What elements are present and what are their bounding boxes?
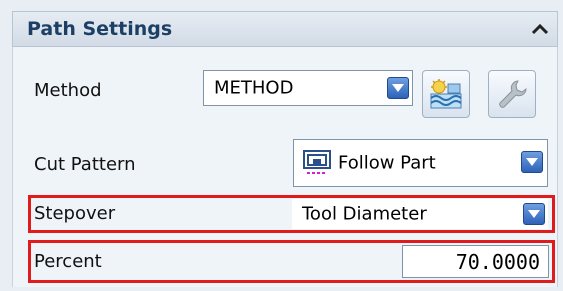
method-display-icon bbox=[430, 79, 462, 109]
panel-header[interactable]: Path Settings bbox=[12, 11, 558, 47]
stepover-dropdown[interactable]: Tool Diameter bbox=[292, 199, 548, 229]
chevron-down-icon bbox=[392, 84, 404, 92]
method-value: METHOD bbox=[214, 77, 294, 99]
method-display-button[interactable] bbox=[422, 70, 470, 118]
stepover-dropdown-button[interactable] bbox=[523, 203, 545, 225]
percent-value: 70.0000 bbox=[455, 249, 540, 274]
method-settings-button[interactable] bbox=[488, 70, 536, 118]
stepover-label: Stepover bbox=[34, 203, 116, 224]
chevron-down-icon bbox=[526, 158, 538, 166]
cut-pattern-label: Cut Pattern bbox=[34, 154, 136, 175]
percent-label: Percent bbox=[34, 251, 102, 272]
method-label: Method bbox=[34, 80, 102, 101]
collapse-button[interactable] bbox=[527, 16, 553, 42]
stepover-value: Tool Diameter bbox=[302, 203, 427, 225]
method-dropdown-button[interactable] bbox=[387, 77, 409, 99]
method-dropdown[interactable]: METHOD bbox=[203, 70, 413, 106]
chevron-up-icon bbox=[531, 23, 549, 35]
wrench-icon bbox=[499, 80, 527, 108]
cut-pattern-dropdown-button[interactable] bbox=[521, 151, 543, 173]
percent-input[interactable]: 70.0000 bbox=[402, 245, 549, 278]
cut-pattern-dropdown[interactable]: Follow Part bbox=[293, 139, 548, 187]
follow-part-icon bbox=[303, 150, 331, 174]
chevron-down-icon bbox=[528, 210, 540, 218]
panel-title: Path Settings bbox=[27, 18, 173, 40]
cut-pattern-value: Follow Part bbox=[338, 152, 436, 174]
